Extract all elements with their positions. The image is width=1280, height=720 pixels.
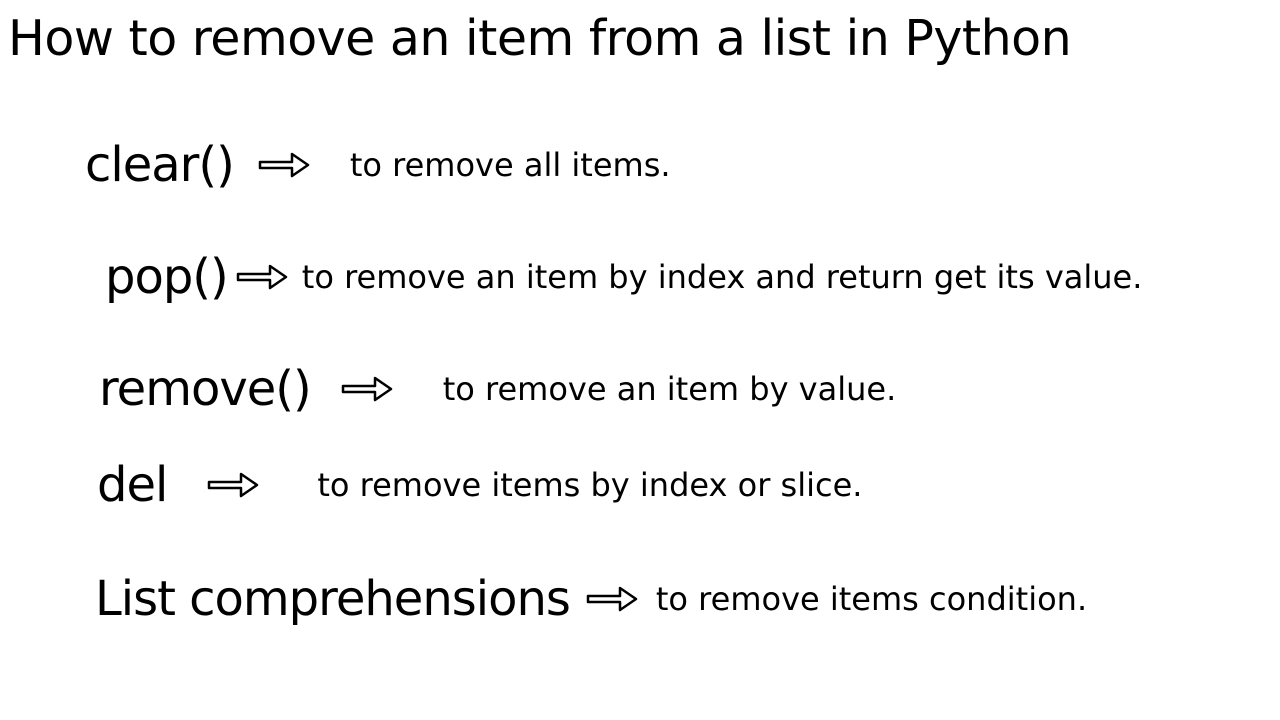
arrow-icon bbox=[341, 374, 393, 404]
method-name: remove() bbox=[99, 361, 311, 417]
method-row-pop: pop() to remove an item by index and ret… bbox=[105, 249, 1280, 305]
arrow-icon bbox=[207, 470, 259, 500]
method-description: to remove items by index or slice. bbox=[317, 466, 862, 504]
arrow-icon bbox=[258, 150, 310, 180]
method-row-comprehensions: List comprehensions to remove items cond… bbox=[95, 571, 1280, 627]
method-name: del bbox=[97, 457, 167, 513]
page-title: How to remove an item from a list in Pyt… bbox=[0, 0, 1280, 67]
method-row-remove: remove() to remove an item by value. bbox=[99, 361, 1280, 417]
content-area: clear() to remove all items. pop() to re… bbox=[0, 67, 1280, 627]
method-row-del: del to remove items by index or slice. bbox=[97, 457, 1280, 513]
method-row-clear: clear() to remove all items. bbox=[85, 137, 1280, 193]
method-description: to remove an item by index and return ge… bbox=[302, 258, 1143, 296]
method-description: to remove all items. bbox=[350, 146, 671, 184]
method-description: to remove items condition. bbox=[656, 580, 1087, 618]
method-name: pop() bbox=[105, 249, 228, 305]
method-name: clear() bbox=[85, 137, 234, 193]
arrow-icon bbox=[236, 262, 288, 292]
arrow-icon bbox=[586, 584, 638, 614]
method-name: List comprehensions bbox=[95, 571, 570, 627]
method-description: to remove an item by value. bbox=[443, 370, 897, 408]
